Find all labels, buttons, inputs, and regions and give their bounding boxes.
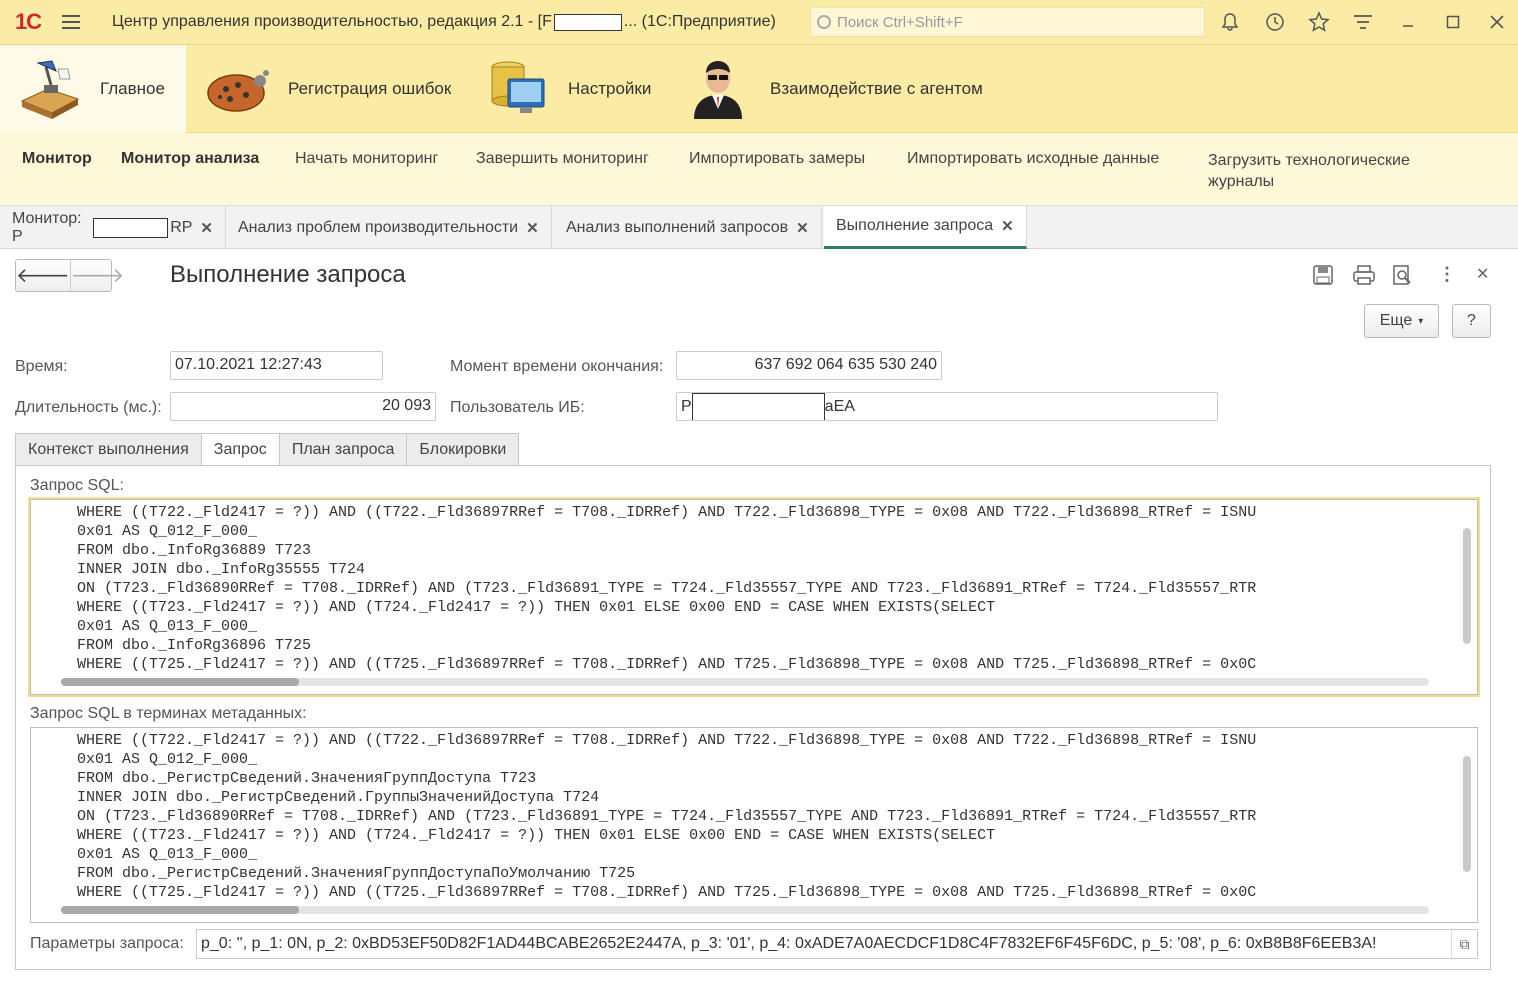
minimize-icon[interactable] [1394,8,1422,36]
meta-sql-text: WHERE ((T722._Fld2417 = ?)) AND ((T722._… [77,732,1257,901]
tab-monitor[interactable]: Монитор: P RP ✕ [0,206,226,249]
tab-query-execution[interactable]: Выполнение запроса ✕ [824,206,1027,249]
back-arrow-icon[interactable]: 🡐 [16,260,70,291]
user-prefix: P [681,397,692,415]
horizontal-scrollbar[interactable] [61,906,299,914]
sections-panel: Главное Регистрация ошибок Настройки Вза… [0,45,1518,133]
horizontal-scrollbar[interactable] [61,678,299,686]
tab-close-icon[interactable]: ✕ [526,219,539,237]
form-page-tabs: Контекст выполнения Запрос План запроса … [15,433,520,466]
redacted-box [93,217,169,238]
preview-icon[interactable] [1391,264,1413,291]
section-agent-label: Взаимодействие с агентом [770,79,983,98]
section-agent[interactable]: Взаимодействие с агентом [688,45,983,133]
tab-query-analysis[interactable]: Анализ выполнений запросов ✕ [554,206,822,249]
window-title: Центр управления производительностью, ре… [112,13,776,31]
print-icon[interactable] [1352,264,1376,291]
nav-analysis-monitor[interactable]: Монитор анализа [121,150,259,168]
time-field[interactable]: 07.10.2021 12:27:43 [170,351,383,380]
redacted-box [553,13,622,31]
section-settings[interactable]: Настройки [486,45,651,133]
section-main-label: Главное [100,79,165,98]
open-window-icon[interactable]: ⧉ [1451,930,1477,958]
sql-text-area[interactable]: WHERE ((T722._Fld2417 = ?)) AND ((T722._… [28,497,1480,697]
main-menu-icon[interactable] [56,0,88,45]
page-tab-plan[interactable]: План запроса [278,433,408,466]
page-tab-context[interactable]: Контекст выполнения [15,433,202,466]
meta-sql-text-area[interactable]: WHERE ((T722._Fld2417 = ?)) AND ((T722._… [30,727,1478,923]
star-icon[interactable] [1305,8,1333,36]
end-moment-field[interactable]: 637 692 064 635 530 240 [676,351,942,380]
nav-import-source-data[interactable]: Импортировать исходные данные [907,150,1159,168]
page-title: Выполнение запроса [170,261,406,288]
tab-monitor-prefix: Монитор: P [12,209,82,245]
search-icon [817,15,831,29]
maximize-icon[interactable] [1439,8,1467,36]
database-monitor-icon [486,59,550,119]
time-label: Время: [15,358,68,375]
menu-lines-icon[interactable] [1349,8,1377,36]
nav-monitor[interactable]: Монитор [22,150,92,168]
history-nav-buttons: 🡐 🡒 [15,259,124,292]
agent-icon [688,59,752,119]
nav-load-tech-logs[interactable]: Загрузить технологические журналы [1208,150,1468,192]
redacted-box [691,393,825,420]
tab-label: Выполнение запроса [836,217,994,234]
section-errors[interactable]: Регистрация ошибок [206,45,451,133]
page-tab-query[interactable]: Запрос [200,433,280,466]
duration-label: Длительность (мс.): [15,399,162,416]
more-button-label: Еще [1379,312,1413,329]
title-bar: 1С Центр управления производительностью,… [0,0,1518,45]
section-main[interactable]: Главное [0,45,186,133]
duration-field[interactable]: 20 093 [170,392,436,421]
more-vertical-icon[interactable]: ⋮ [1438,264,1456,285]
app-logo: 1С [14,9,42,34]
form-area: 🡐 🡒 Выполнение запроса ⋮ ✕ Еще ▾ ? Время… [0,249,1518,986]
tab-monitor-suffix: RP [170,218,193,236]
tab-close-icon[interactable]: ✕ [200,219,213,237]
nav-start-monitoring[interactable]: Начать мониторинг [295,150,438,168]
vertical-scrollbar[interactable] [1463,528,1471,644]
tab-performance-problems[interactable]: Анализ проблем производительности ✕ [226,206,552,249]
forward-arrow-icon[interactable]: 🡒 [69,260,124,291]
tab-label: Анализ выполнений запросов [566,218,789,236]
window-title-suffix: ... (1С:Предприятие) [623,13,776,30]
tab-label: Анализ проблем производительности [238,218,519,236]
open-tabs: Монитор: P RP ✕ Анализ проблем производи… [0,206,1518,249]
nav-stop-monitoring[interactable]: Завершить мониторинг [476,150,649,168]
bug-icon [206,59,270,119]
page-tab-locks[interactable]: Блокировки [406,433,520,466]
vertical-scrollbar[interactable] [1463,756,1471,872]
more-button[interactable]: Еще ▾ [1364,304,1439,338]
params-value: p_0: '', p_1: 0N, p_2: 0xBD53EF50D82F1AD… [201,935,1377,952]
nav-import-measurements[interactable]: Импортировать замеры [689,150,865,168]
end-moment-label: Момент времени окончания: [450,358,664,375]
search-input[interactable]: Поиск Ctrl+Shift+F [810,7,1205,37]
meta-sql-label: Запрос SQL в терминах метаданных: [30,705,307,722]
form-close-icon[interactable]: ✕ [1476,264,1489,284]
query-panel: Запрос SQL: WHERE ((T722._Fld2417 = ?)) … [15,465,1491,970]
tab-close-icon[interactable]: ✕ [1001,217,1014,235]
search-placeholder: Поиск Ctrl+Shift+F [837,13,963,31]
params-field[interactable]: p_0: '', p_1: 0N, p_2: 0xBD53EF50D82F1AD… [196,929,1478,959]
params-label: Параметры запроса: [30,935,184,952]
window-title-prefix: Центр управления производительностью, ре… [112,13,552,30]
user-field[interactable]: P aEA [676,392,1218,421]
close-icon[interactable] [1483,8,1511,36]
sql-text: WHERE ((T722._Fld2417 = ?)) AND ((T722._… [77,504,1257,673]
navigation-commands: Монитор Монитор анализа Начать мониторин… [0,133,1518,206]
sql-label: Запрос SQL: [30,477,124,494]
bell-icon[interactable] [1216,8,1244,36]
save-icon[interactable] [1312,264,1334,291]
section-errors-label: Регистрация ошибок [288,79,452,98]
desk-lamp-icon [18,59,82,119]
dropdown-arrow-icon: ▾ [1418,315,1424,327]
history-icon[interactable] [1261,8,1289,36]
tab-close-icon[interactable]: ✕ [796,219,809,237]
section-settings-label: Настройки [568,79,652,98]
user-suffix: aEA [824,397,855,415]
user-label: Пользователь ИБ: [450,399,585,416]
help-button[interactable]: ? [1452,304,1491,338]
